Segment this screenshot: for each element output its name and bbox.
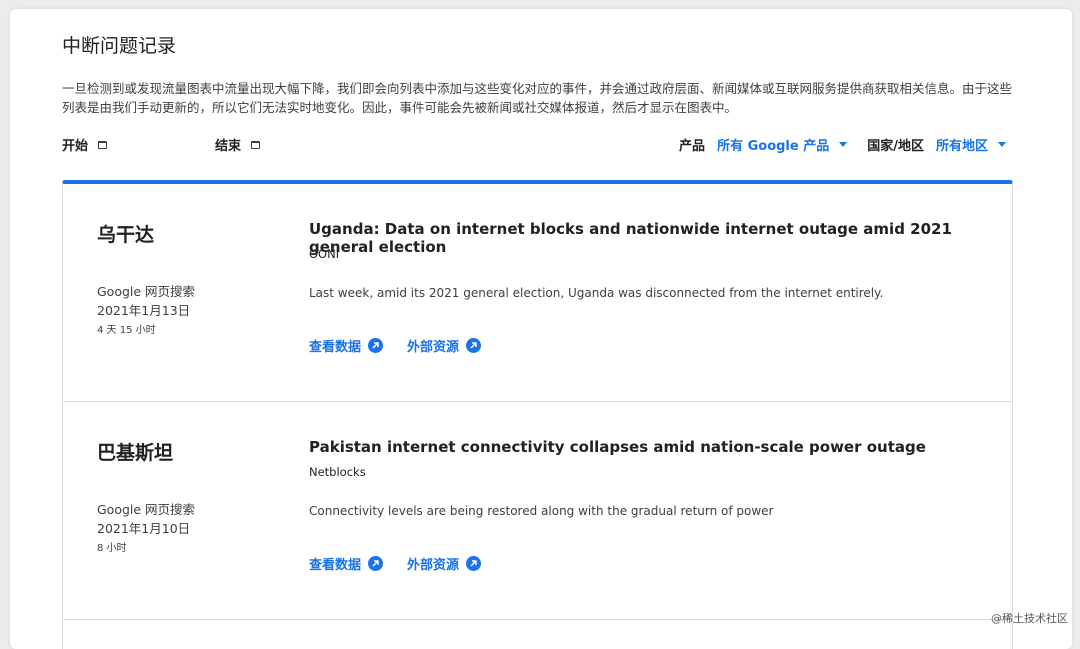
incident-source: Netblocks bbox=[309, 465, 366, 479]
region-dropdown-value: 所有地区 bbox=[936, 135, 988, 154]
chevron-down-icon bbox=[839, 142, 847, 147]
intro-text: 一旦检测到或发现流量图表中流量出现大幅下降，我们即会向列表中添加与这些变化对应的… bbox=[62, 79, 1012, 117]
calendar-icon[interactable] bbox=[98, 141, 107, 149]
page-title: 中断问题记录 bbox=[62, 31, 176, 58]
arrow-up-right-icon bbox=[466, 338, 481, 353]
incident-headline: Uganda: Data on internet blocks and nati… bbox=[309, 220, 1012, 256]
start-date-filter[interactable]: 开始 bbox=[62, 135, 107, 154]
region-label: 国家/地区 bbox=[867, 135, 924, 154]
end-date-label: 结束 bbox=[215, 135, 241, 154]
entry-links: 查看数据 外部资源 bbox=[309, 554, 481, 573]
incident-list: 乌干达 Google 网页搜索 2021年1月13日 4 天 15 小时 Uga… bbox=[62, 180, 1013, 649]
external-source-label: 外部资源 bbox=[407, 336, 459, 355]
incident-headline: Pakistan internet connectivity collapses… bbox=[309, 438, 926, 456]
list-item: 乌干达 Google 网页搜索 2021年1月13日 4 天 15 小时 Uga… bbox=[63, 184, 1012, 402]
incident-source: OONI bbox=[309, 247, 339, 261]
country-name: 巴基斯坦 bbox=[97, 438, 173, 465]
external-source-label: 外部资源 bbox=[407, 554, 459, 573]
region-dropdown[interactable]: 所有地区 bbox=[936, 135, 1006, 154]
incident-date: 2021年1月10日 bbox=[97, 518, 190, 537]
incident-summary: Last week, amid its 2021 general electio… bbox=[309, 286, 883, 300]
view-data-label: 查看数据 bbox=[309, 554, 361, 573]
arrow-up-right-icon bbox=[466, 556, 481, 571]
product-dropdown[interactable]: 所有 Google 产品 bbox=[717, 135, 847, 154]
external-source-link[interactable]: 外部资源 bbox=[407, 554, 481, 573]
view-data-label: 查看数据 bbox=[309, 336, 361, 355]
entry-links: 查看数据 外部资源 bbox=[309, 336, 481, 355]
incident-summary: Connectivity levels are being restored a… bbox=[309, 504, 774, 518]
list-item: 巴基斯坦 Google 网页搜索 2021年1月10日 8 小时 Pakista… bbox=[63, 402, 1012, 620]
product-name: Google 网页搜索 bbox=[97, 281, 195, 300]
external-source-link[interactable]: 外部资源 bbox=[407, 336, 481, 355]
country-name: 乌干达 bbox=[97, 220, 154, 247]
product-label: 产品 bbox=[679, 135, 705, 154]
start-date-label: 开始 bbox=[62, 135, 88, 154]
end-date-filter[interactable]: 结束 bbox=[215, 135, 260, 154]
arrow-up-right-icon bbox=[368, 556, 383, 571]
incident-duration: 8 小时 bbox=[97, 539, 127, 554]
page: 中断问题记录 一旦检测到或发现流量图表中流量出现大幅下降，我们即会向列表中添加与… bbox=[10, 9, 1072, 649]
chevron-down-icon bbox=[998, 142, 1006, 147]
product-dropdown-value: 所有 Google 产品 bbox=[717, 135, 829, 154]
calendar-icon[interactable] bbox=[251, 141, 260, 149]
watermark: @稀土技术社区 bbox=[991, 610, 1068, 626]
arrow-up-right-icon bbox=[368, 338, 383, 353]
incident-duration: 4 天 15 小时 bbox=[97, 321, 156, 336]
product-name: Google 网页搜索 bbox=[97, 499, 195, 518]
view-data-link[interactable]: 查看数据 bbox=[309, 336, 383, 355]
filters-right: 产品 所有 Google 产品 国家/地区 所有地区 bbox=[679, 135, 1006, 154]
view-data-link[interactable]: 查看数据 bbox=[309, 554, 383, 573]
incident-date: 2021年1月13日 bbox=[97, 300, 190, 319]
